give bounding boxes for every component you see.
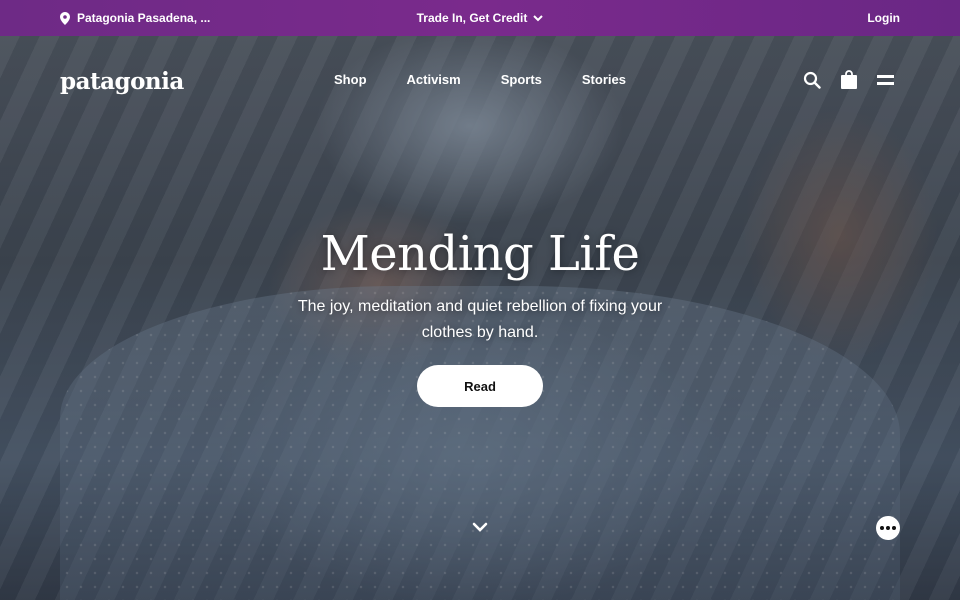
bag-icon[interactable] (841, 70, 857, 89)
main-nav: patagonia Shop Activism Sports Stories (0, 36, 960, 126)
chevron-down-icon[interactable] (533, 14, 544, 22)
search-icon[interactable] (803, 71, 821, 89)
store-location-label: Patagonia Pasadena, ... (77, 11, 211, 25)
store-location[interactable]: Patagonia Pasadena, ... (60, 11, 210, 25)
location-pin-icon (60, 11, 70, 25)
trade-in-link[interactable]: Trade In, Get Credit (417, 11, 528, 25)
nav-activism[interactable]: Activism (407, 72, 461, 87)
nav-shop[interactable]: Shop (334, 72, 367, 87)
patagonia-logo[interactable]: patagonia (60, 68, 184, 95)
dot (886, 526, 890, 530)
dot (892, 526, 896, 530)
login-link[interactable]: Login (867, 11, 900, 25)
menu-icon[interactable] (877, 73, 894, 87)
top-bar: Patagonia Pasadena, ... Trade In, Get Cr… (0, 0, 960, 36)
scroll-down-chevron-icon[interactable] (472, 521, 488, 533)
nav-sports[interactable]: Sports (501, 72, 542, 87)
hero-title: Mending Life (320, 226, 640, 282)
nav-stories[interactable]: Stories (582, 72, 626, 87)
dot (880, 526, 884, 530)
hero-subtitle: The joy, meditation and quiet rebellion … (297, 298, 663, 341)
more-dots-icon[interactable] (876, 516, 900, 540)
read-button[interactable]: Read (417, 365, 543, 407)
